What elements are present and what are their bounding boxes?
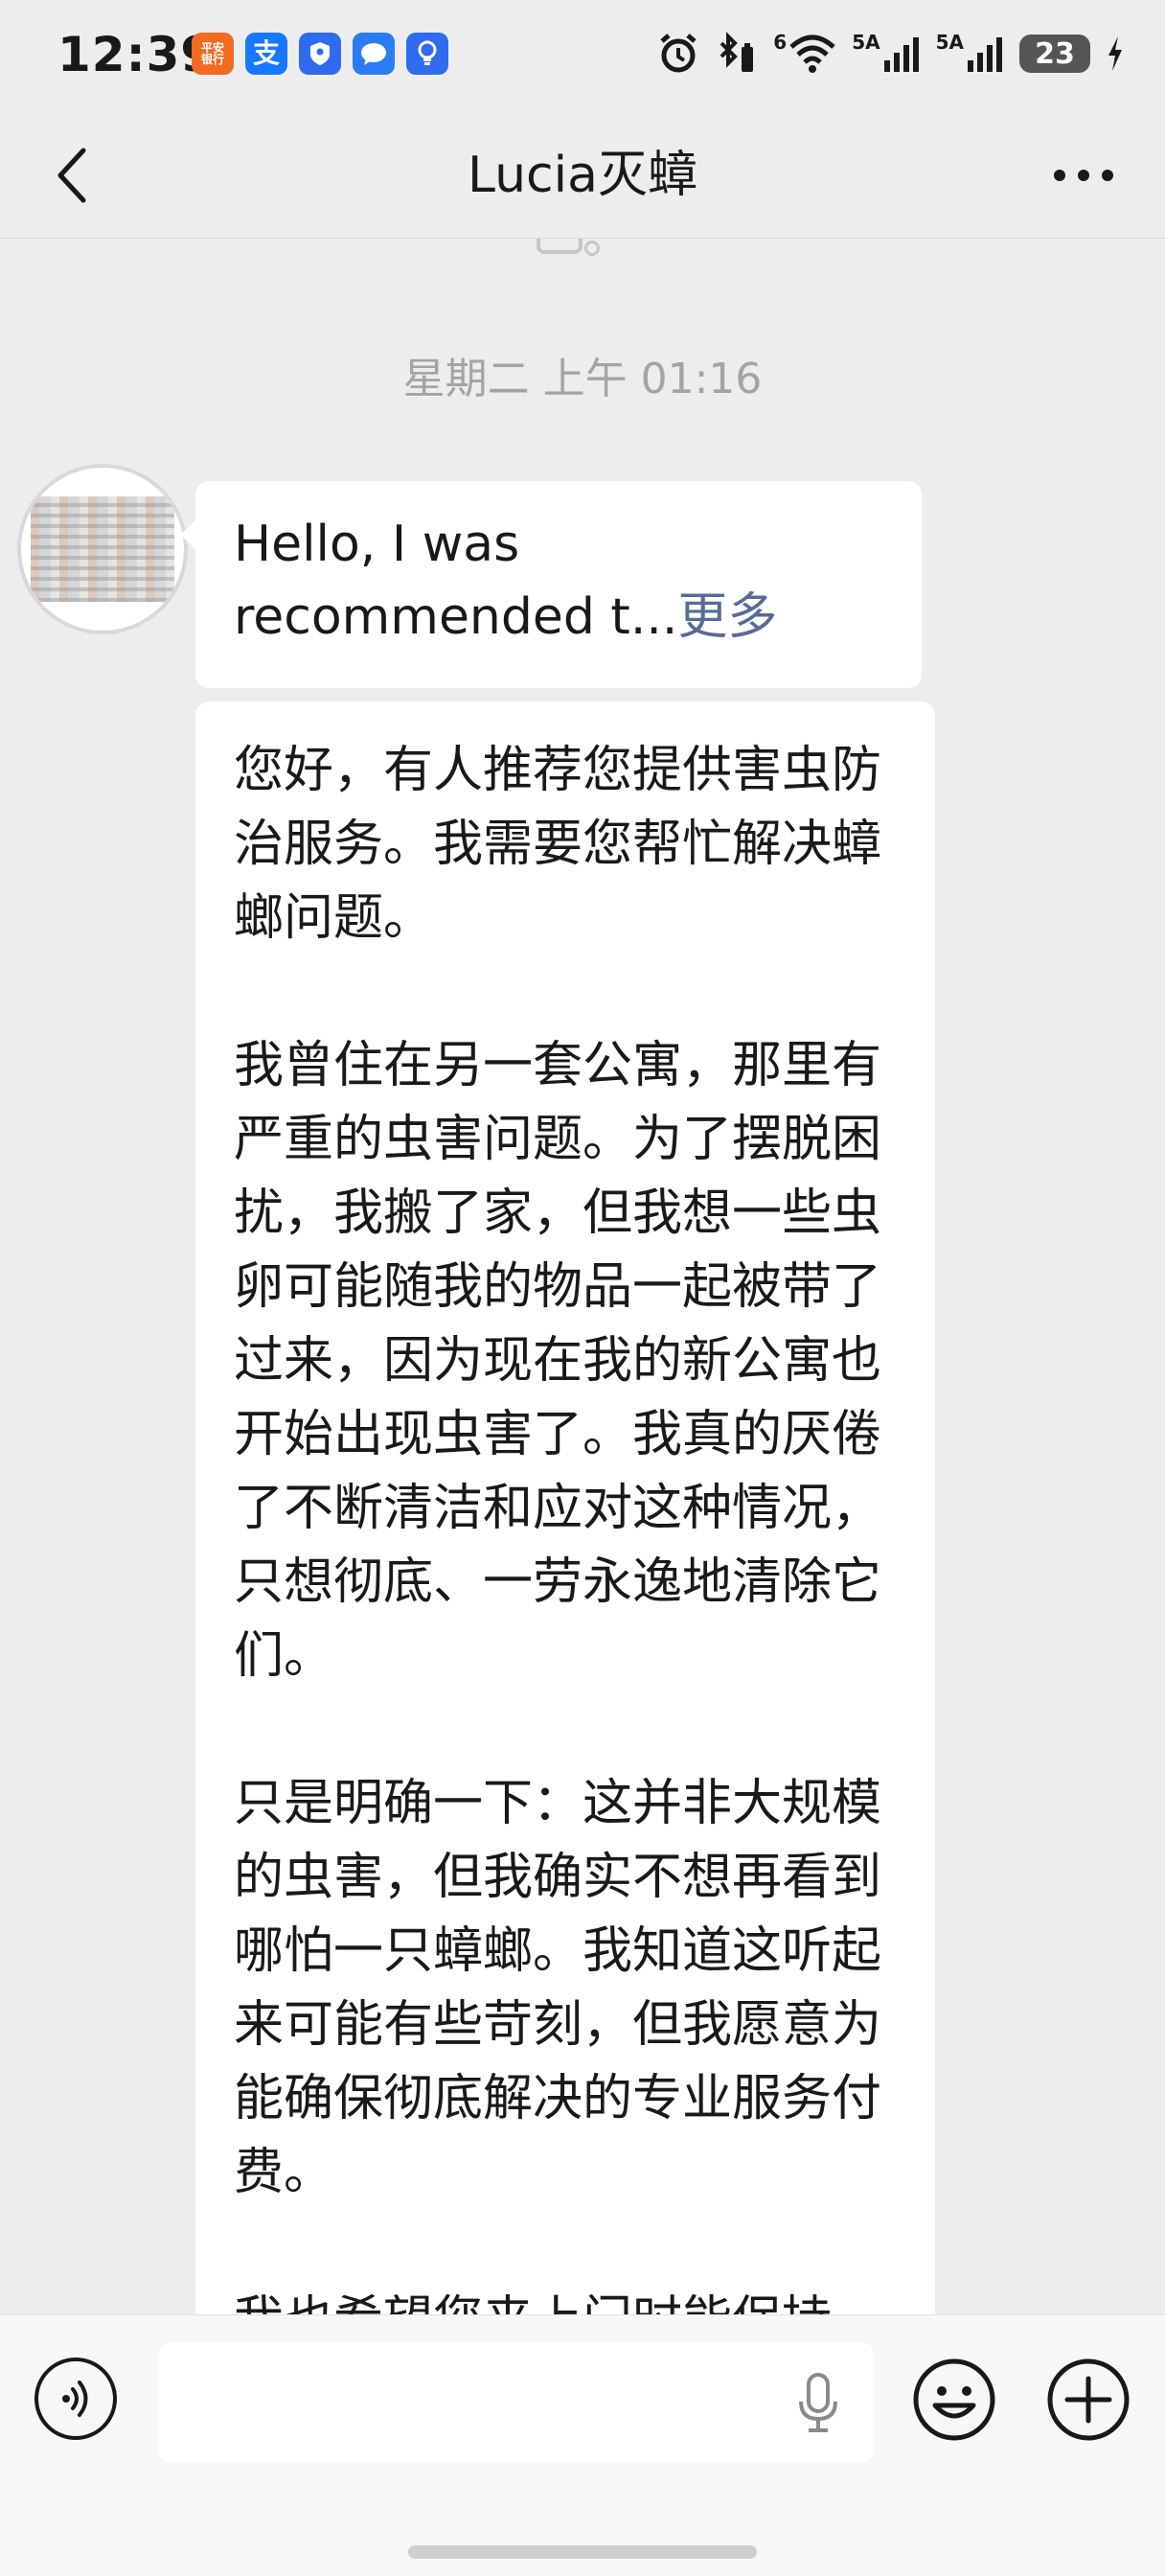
- home-indicator[interactable]: [408, 2545, 757, 2559]
- message-paragraph: 您好，有人推荐您提供害虫防治服务。我需要您帮忙解决蟑螂问题。: [234, 742, 882, 947]
- shield-app-icon: [299, 33, 341, 75]
- plus-button[interactable]: [1046, 2358, 1131, 2442]
- wifi-icon: 6: [773, 31, 836, 77]
- system-status-icons: 6 5A 5A 23: [656, 31, 1125, 77]
- message-paragraph-partial: 我也希望您来上门时能保持: [234, 2284, 904, 2314]
- message-text: 您好，有人推荐您提供害虫防治服务。我需要您帮忙解决蟑螂问题。 我曾住在另一套公寓…: [234, 734, 904, 2314]
- microphone-icon[interactable]: [791, 2369, 845, 2438]
- chat-header: Lucia灭蟑: [0, 113, 1165, 239]
- charging-icon: [1106, 31, 1125, 77]
- message-input[interactable]: [159, 2342, 874, 2463]
- expand-more-link[interactable]: 更多: [677, 588, 777, 646]
- battery-icon: 23: [1019, 34, 1090, 73]
- message-paragraph: 我曾住在另一套公寓，那里有严重的虫害问题。为了摆脱困扰，我搬了家，但我想一些虫卵…: [234, 1037, 882, 1685]
- message-text: Hello, I was recommended t...更多: [234, 508, 895, 654]
- emoji-button[interactable]: [912, 2358, 996, 2442]
- pingan-bank-icon: 平安 银行: [192, 33, 234, 75]
- chat-screen: 12:39 平安 银行 支 6 5A 5A 23 Lucia灭蟑 星期二 上午 …: [0, 0, 1165, 2576]
- bluetooth-battery-icon: [716, 31, 758, 77]
- message-paragraph: 只是明确一下：这并非大规模的虫害，但我确实不想再看到哪怕一只蟑螂。我知道这听起来…: [234, 1775, 882, 2201]
- cellular-signal-icon-1: 5A: [852, 31, 920, 77]
- message-timestamp: 星期二 上午 01:16: [402, 355, 763, 403]
- avatar-image: [31, 496, 174, 602]
- input-toolbar: [0, 2314, 1165, 2576]
- alipay-icon: 支: [245, 33, 287, 75]
- message-bubble[interactable]: 您好，有人推荐您提供害虫防治服务。我需要您帮忙解决蟑螂问题。 我曾住在另一套公寓…: [195, 702, 935, 2314]
- message-list[interactable]: 星期二 上午 01:16 Hello, I was recommended t.…: [0, 239, 1165, 2314]
- more-dots-icon: [1054, 170, 1113, 181]
- alarm-icon: [656, 31, 700, 77]
- voice-wave-icon: [62, 2380, 88, 2417]
- contact-avatar[interactable]: [17, 464, 188, 634]
- more-options-button[interactable]: [1040, 142, 1127, 209]
- lightbulb-app-icon: [406, 33, 448, 75]
- voice-mode-button[interactable]: [34, 2358, 117, 2440]
- cellular-signal-icon-2: 5A: [936, 31, 1004, 77]
- message-bubble-collapsed[interactable]: Hello, I was recommended t...更多: [180, 481, 922, 688]
- message-app-icon: [353, 33, 395, 75]
- chat-title: Lucia灭蟑: [468, 147, 697, 204]
- status-bar: 12:39 平安 银行 支 6 5A 5A 23: [0, 0, 1165, 113]
- message-preview-text: Hello, I was recommended t...: [234, 516, 678, 646]
- previous-message-fragment: [537, 239, 582, 254]
- previous-message-fragment-dot: [584, 241, 600, 256]
- notification-app-icons: 平安 银行 支: [192, 33, 448, 75]
